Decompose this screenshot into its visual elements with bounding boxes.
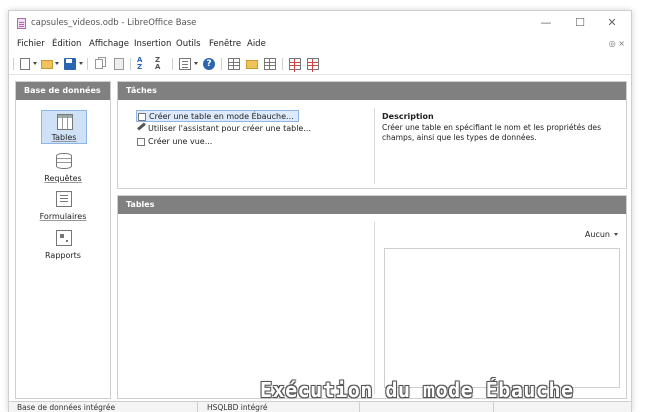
sidebar-item-forms-box[interactable]: Formulaires xyxy=(40,188,87,222)
save-icon[interactable] xyxy=(63,57,77,71)
help-icon[interactable]: ? xyxy=(202,57,216,71)
menu-edition[interactable]: Édition xyxy=(52,39,81,49)
preview-selector[interactable]: Aucun xyxy=(585,230,618,239)
status-bar: Base de données intégrée HSQLBD intégré xyxy=(9,401,631,412)
task-create-view[interactable]: Créer une vue... xyxy=(136,136,212,148)
status-divider xyxy=(359,402,360,412)
tasks-panel: Tâches Créer une table en mode Ébauche..… xyxy=(117,81,627,189)
video-caption: Exécution du mode Ébauche xyxy=(260,378,574,402)
menu-insertion[interactable]: Insertion xyxy=(134,39,171,49)
toolbar-grip xyxy=(13,58,14,70)
database-sidebar: Base de données Tables Requêtes Formulai… xyxy=(15,81,111,399)
report-icon xyxy=(56,230,72,246)
base-app-icon xyxy=(17,18,26,29)
status-divider xyxy=(197,402,198,412)
query-icon xyxy=(56,153,72,169)
toolbar-separator xyxy=(130,58,131,70)
sidebar-item-label: Requêtes xyxy=(44,174,82,183)
sidebar-item-label: Formulaires xyxy=(39,212,87,221)
delete-table-icon[interactable] xyxy=(288,57,302,71)
close-button[interactable]: ✕ xyxy=(597,14,627,32)
menu-fichier[interactable]: Fichier xyxy=(17,39,45,49)
open-folder-icon[interactable] xyxy=(40,57,54,71)
sidebar-header: Base de données xyxy=(16,82,110,100)
paste-icon[interactable] xyxy=(112,57,126,71)
sidebar-item-forms[interactable]: Formulaires xyxy=(16,188,112,222)
tables-panel: Tables Aucun xyxy=(117,195,627,399)
copy-icon[interactable] xyxy=(93,57,107,71)
tasks-divider xyxy=(374,108,375,184)
description-title: Description xyxy=(382,112,434,121)
status-divider xyxy=(493,402,494,412)
view-icon xyxy=(137,138,145,146)
status-database-type: Base de données intégrée xyxy=(17,403,116,412)
form-dropdown-icon[interactable] xyxy=(194,62,198,65)
sidebar-item-queries[interactable]: Requêtes xyxy=(16,150,112,184)
open-table-icon[interactable] xyxy=(245,57,259,71)
table-icon xyxy=(57,114,73,130)
sort-descending-icon[interactable]: ZA xyxy=(154,57,168,71)
task-table-wizard[interactable]: Utiliser l'assistant pour créer une tabl… xyxy=(136,122,311,135)
save-dropdown-icon[interactable] xyxy=(79,62,83,65)
table-design-icon[interactable] xyxy=(227,57,241,71)
tables-header: Tables xyxy=(118,196,626,214)
window-title: capsules_videos.odb - LibreOffice Base xyxy=(31,18,197,28)
open-dropdown-icon[interactable] xyxy=(55,62,59,65)
task-label: Créer une vue... xyxy=(148,137,213,146)
new-document-icon[interactable] xyxy=(18,57,32,71)
minimize-button[interactable]: — xyxy=(531,14,561,32)
sidebar-item-tables-box[interactable]: Tables xyxy=(41,110,87,144)
menu-aide[interactable]: Aide xyxy=(247,39,266,49)
maximize-button[interactable]: ☐ xyxy=(565,14,595,32)
preview-selector-value: Aucun xyxy=(584,230,610,239)
sidebar-item-reports[interactable]: Rapports xyxy=(16,227,112,261)
preview-area xyxy=(384,248,620,388)
toolbar-separator xyxy=(172,58,173,70)
sidebar-item-reports-box[interactable]: Rapports xyxy=(41,227,87,261)
sort-ascending-icon[interactable]: AZ xyxy=(136,57,150,71)
edit-table-icon[interactable] xyxy=(263,57,277,71)
sidebar-item-label: Rapports xyxy=(45,251,81,260)
rename-table-icon[interactable] xyxy=(306,57,320,71)
tasks-header: Tâches xyxy=(118,82,626,100)
sidebar-item-queries-box[interactable]: Requêtes xyxy=(41,150,87,184)
task-label: Utiliser l'assistant pour créer une tabl… xyxy=(148,124,311,133)
menu-affichage[interactable]: Affichage xyxy=(89,39,129,49)
menubar-extra-icons[interactable]: ◎ × xyxy=(609,39,625,48)
toolbar-separator xyxy=(221,58,222,70)
description-text: Créer une table en spécifiant le nom et … xyxy=(382,123,602,142)
wizard-pencil-icon xyxy=(137,122,146,131)
toolbar-separator xyxy=(87,58,88,70)
form-icon xyxy=(56,191,72,207)
tables-divider xyxy=(374,222,375,394)
menu-bar: Fichier Édition Affichage Insertion Outi… xyxy=(9,37,631,53)
status-engine: HSQLBD intégré xyxy=(207,403,268,412)
toolbar-separator xyxy=(282,58,283,70)
new-dropdown-icon[interactable] xyxy=(33,62,37,65)
menu-outils[interactable]: Outils xyxy=(176,39,201,49)
task-label: Créer une table en mode Ébauche... xyxy=(149,112,294,121)
task-create-table-design[interactable]: Créer une table en mode Ébauche... xyxy=(136,110,299,122)
form-icon[interactable] xyxy=(178,57,192,71)
table-design-icon xyxy=(138,113,146,121)
standard-toolbar: AZ ZA ? xyxy=(9,53,631,75)
chevron-down-icon xyxy=(614,233,618,236)
menu-fenetre[interactable]: Fenêtre xyxy=(209,39,241,49)
sidebar-item-tables[interactable]: Tables xyxy=(16,110,112,144)
title-bar: capsules_videos.odb - LibreOffice Base —… xyxy=(9,11,631,35)
sidebar-item-label: Tables xyxy=(51,133,77,142)
libreoffice-base-window: capsules_videos.odb - LibreOffice Base —… xyxy=(8,10,632,412)
